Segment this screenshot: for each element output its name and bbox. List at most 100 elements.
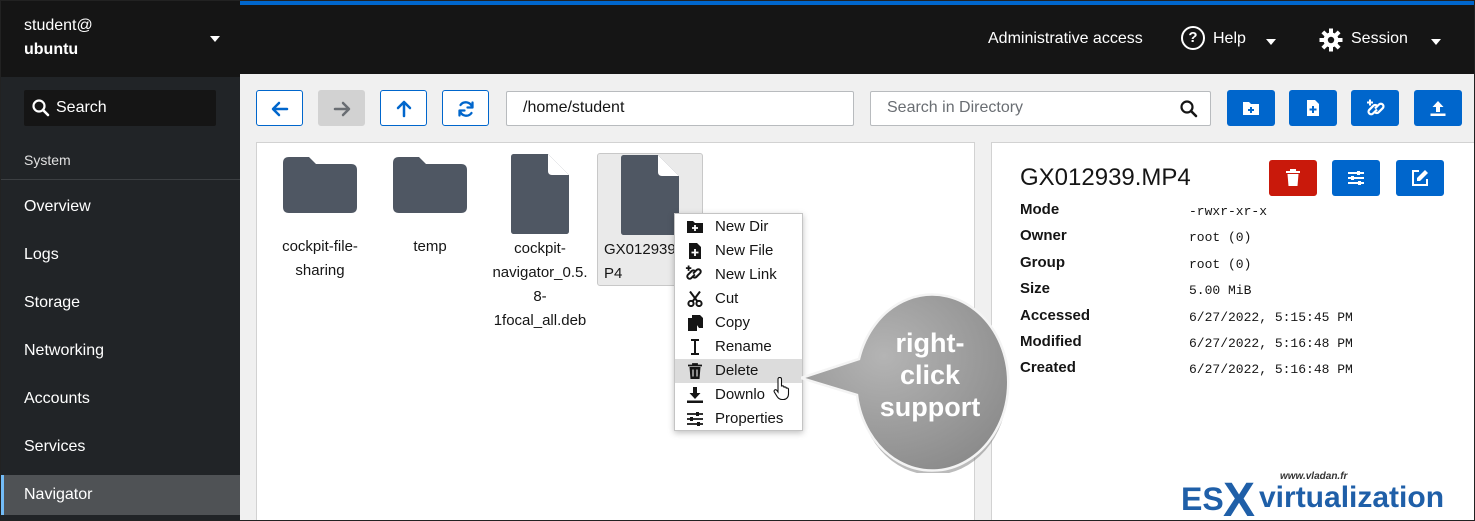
file-details-panel: GX012939.MP4 Mode -rwxr-xr-x Owner root … (991, 142, 1474, 520)
menu-item-properties[interactable]: Properties (675, 407, 802, 431)
chevron-down-icon (210, 36, 220, 42)
folder-icon (283, 157, 357, 213)
property-label: Created (1020, 359, 1076, 376)
upload-button[interactable] (1414, 90, 1462, 126)
forward-button[interactable] (318, 90, 365, 126)
gear-icon (1319, 28, 1343, 52)
menu-item-label: Rename (715, 338, 772, 355)
callout-text: right- click support (849, 327, 1011, 423)
administrative-access-button[interactable]: Administrative access (988, 30, 1143, 48)
sidebar-item-logs[interactable]: Logs (1, 235, 240, 275)
menu-item-label: New File (715, 242, 774, 259)
edit-icon (1412, 170, 1428, 186)
path-input[interactable]: /home/student (506, 91, 854, 126)
menu-item-copy[interactable]: Copy (675, 311, 802, 335)
sidebar-search[interactable]: Search (24, 90, 216, 126)
sidebar-item-overview[interactable]: Overview (1, 187, 240, 227)
property-label: Size (1020, 280, 1051, 297)
delete-button[interactable] (1269, 160, 1317, 196)
file-item-label: cockpit-file- sharing (282, 238, 358, 279)
menu-item-new-file[interactable]: New File (675, 239, 802, 263)
back-button[interactable] (256, 90, 303, 126)
properties-button[interactable] (1332, 160, 1380, 196)
menu-item-rename[interactable]: Rename (675, 335, 802, 359)
sliders-icon (1348, 171, 1364, 185)
app-window: student@ ubuntu Search System Overview L… (0, 0, 1475, 521)
up-button[interactable] (380, 90, 427, 126)
new-file-icon (689, 243, 701, 259)
property-value: 6/27/2022, 5:16:48 PM (1189, 362, 1353, 377)
sidebar-item-networking[interactable]: Networking (1, 331, 240, 371)
sidebar-item-navigator[interactable]: Navigator (1, 475, 240, 515)
file-item-label: temp (413, 238, 447, 255)
menu-item-label: New Link (715, 266, 777, 283)
sidebar: student@ ubuntu Search System Overview L… (1, 1, 240, 520)
property-value: -rwxr-xr-x (1189, 204, 1268, 219)
directory-search-placeholder: Search in Directory (887, 99, 1024, 116)
watermark-es: ES (1181, 481, 1224, 517)
property-value: 6/27/2022, 5:15:45 PM (1189, 310, 1353, 325)
directory-search-input[interactable]: Search in Directory (870, 91, 1211, 126)
property-label: Mode (1020, 201, 1060, 218)
host-name: ubuntu (24, 41, 79, 58)
sidebar-item-storage[interactable]: Storage (1, 283, 240, 323)
download-icon (687, 387, 703, 403)
new-link-button[interactable] (1351, 90, 1399, 126)
arrow-up-icon (396, 100, 412, 118)
property-value: 6/27/2022, 5:16:48 PM (1189, 336, 1353, 351)
divider (1, 179, 240, 180)
refresh-button[interactable] (442, 90, 489, 126)
sidebar-item-services[interactable]: Services (1, 427, 240, 467)
chevron-down-icon (1266, 39, 1276, 45)
property-value: root (0) (1189, 230, 1252, 245)
file-item-folder[interactable]: cockpit-file- sharing (267, 153, 373, 283)
property-label: Owner (1020, 227, 1067, 244)
help-label: Help (1213, 30, 1246, 47)
file-icon (621, 155, 679, 235)
menu-item-label: Delete (715, 362, 759, 379)
trash-icon (688, 363, 702, 379)
arrow-left-icon (271, 101, 289, 117)
new-file-button[interactable] (1289, 90, 1337, 126)
menu-item-label: Downlo (715, 386, 766, 403)
search-icon (32, 99, 50, 117)
menu-item-label: Properties (715, 410, 784, 427)
refresh-icon (458, 101, 474, 117)
copy-icon (688, 315, 703, 331)
section-label-system: System (24, 152, 71, 168)
watermark-logo: www.vladan.fr ES X virtualization (1181, 471, 1471, 521)
trash-icon (1286, 169, 1300, 186)
folder-icon (393, 157, 467, 213)
callout-line: click (899, 360, 961, 390)
menu-item-new-link[interactable]: New Link (675, 263, 802, 287)
help-icon: ? (1181, 26, 1205, 50)
menu-item-label: New Dir (715, 218, 769, 235)
new-folder-button[interactable] (1227, 90, 1275, 126)
host-switcher[interactable]: student@ ubuntu (1, 1, 240, 77)
chevron-down-icon (1431, 39, 1441, 45)
arrow-right-icon (333, 101, 351, 117)
new-folder-icon (1243, 102, 1259, 115)
callout-line: right- (895, 328, 965, 358)
details-filename: GX012939.MP4 (1020, 164, 1191, 191)
session-label: Session (1351, 30, 1408, 47)
host-user: student@ (24, 17, 93, 34)
file-item-file[interactable]: cockpit- navigator_0.5. 8- 1focal_all.de… (487, 153, 593, 333)
sidebar-item-accounts[interactable]: Accounts (1, 379, 240, 419)
edit-button[interactable] (1396, 160, 1444, 196)
top-bar: Administrative access ? Help Session (240, 1, 1474, 74)
menu-item-new-dir[interactable]: New Dir (675, 215, 802, 239)
menu-item-label: Cut (715, 290, 739, 307)
file-item-label: cockpit- navigator_0.5. 8- 1focal_all.de… (492, 240, 588, 329)
new-link-icon (685, 265, 702, 280)
menu-item-cut[interactable]: Cut (675, 287, 802, 311)
new-link-icon (1367, 99, 1385, 116)
file-item-folder[interactable]: temp (377, 153, 483, 259)
watermark-x: X (1223, 474, 1256, 521)
menu-item-label: Copy (715, 314, 751, 331)
hand-cursor-icon (773, 377, 790, 401)
sliders-icon (687, 412, 703, 426)
upload-icon (1430, 101, 1446, 116)
sidebar-search-label: Search (56, 99, 107, 116)
watermark-virtualization: virtualization (1259, 481, 1445, 514)
